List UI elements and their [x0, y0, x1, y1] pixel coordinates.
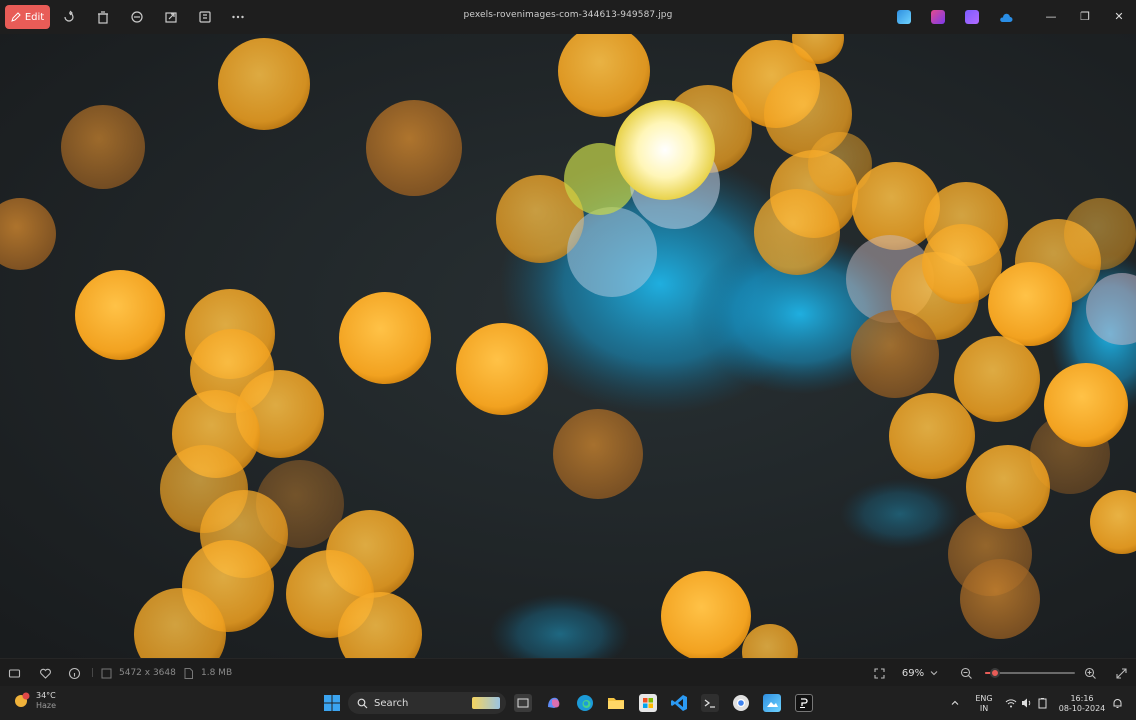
weather-temp: 34°C	[36, 691, 56, 700]
image-size-icon	[101, 668, 112, 678]
fit-to-window-icon[interactable]	[873, 666, 886, 680]
fullscreen-icon[interactable]	[1115, 666, 1128, 680]
wifi-icon	[1005, 699, 1017, 708]
pycharm-icon[interactable]	[795, 694, 813, 712]
image-dimensions: 5472 x 3648	[119, 668, 176, 678]
zoom-level: 69%	[901, 667, 925, 679]
designer-icon[interactable]	[931, 10, 945, 24]
windows-start-icon[interactable]	[323, 694, 341, 712]
search-icon	[357, 698, 368, 708]
copilot-icon[interactable]	[965, 10, 979, 24]
vscode-icon[interactable]	[670, 694, 688, 712]
search-placeholder: Search	[374, 697, 409, 709]
onedrive-icon[interactable]	[999, 10, 1013, 24]
battery-icon	[1038, 698, 1047, 709]
system-tray-icons[interactable]	[1002, 694, 1052, 712]
taskbar-search[interactable]: Search	[348, 692, 506, 714]
photo-canvas[interactable]	[0, 34, 1136, 658]
file-explorer-icon[interactable]	[607, 694, 625, 712]
zoom-in-icon[interactable]	[1084, 666, 1097, 680]
info-icon[interactable]	[68, 666, 81, 680]
photos-app-icon[interactable]	[763, 694, 781, 712]
notification-bell-icon[interactable]	[1110, 694, 1124, 712]
status-bar: | 5472 x 3648 1.8 MB 69%	[0, 658, 1136, 687]
copilot-taskbar-icon[interactable]	[545, 694, 563, 712]
dimensions-info: 5472 x 3648	[100, 666, 176, 680]
minimize-button[interactable]: —	[1044, 9, 1058, 23]
chrome-icon[interactable]	[732, 694, 750, 712]
file-icon	[184, 667, 193, 679]
filmstrip-icon[interactable]	[8, 666, 21, 680]
title-bar: Edit pexels-rovenimages-com-344613-94958…	[0, 0, 1136, 34]
status-divider: |	[91, 668, 95, 678]
edge-icon[interactable]	[576, 694, 594, 712]
zoom-out-icon[interactable]	[960, 666, 973, 680]
maximize-button[interactable]: ❐	[1078, 9, 1092, 23]
volume-icon	[1022, 698, 1031, 708]
language-region: IN	[979, 704, 989, 713]
language-indicator[interactable]: ENG IN	[972, 694, 996, 714]
bokeh-photo	[0, 34, 1136, 658]
clipchamp-icon[interactable]	[897, 10, 911, 24]
zoom-select[interactable]: 69%	[895, 663, 945, 683]
zoom-slider-thumb[interactable]	[990, 668, 1000, 678]
show-hidden-icons-chevron[interactable]	[948, 694, 962, 712]
filesize-info: 1.8 MB	[182, 666, 232, 680]
close-button[interactable]: ✕	[1112, 9, 1126, 23]
clock-time: 16:16	[1070, 694, 1094, 703]
clock[interactable]: 16:16 08-10-2024	[1058, 694, 1106, 714]
file-size: 1.8 MB	[201, 668, 233, 678]
heart-icon[interactable]	[39, 666, 52, 680]
store-icon[interactable]	[639, 694, 657, 712]
terminal-icon[interactable]	[701, 694, 719, 712]
weather-desc: Haze	[36, 701, 57, 710]
task-view-icon[interactable]	[514, 694, 532, 712]
weather-widget[interactable]: 34°C Haze	[12, 691, 56, 711]
clock-date: 08-10-2024	[1058, 704, 1106, 713]
taskbar: 34°C Haze Search ENG IN 16:16 08-10-2024	[0, 686, 1136, 720]
search-highlight-icon	[472, 697, 500, 709]
language-code: ENG	[975, 694, 993, 703]
weather-haze-icon	[15, 692, 30, 707]
chevron-down-icon	[930, 671, 938, 676]
